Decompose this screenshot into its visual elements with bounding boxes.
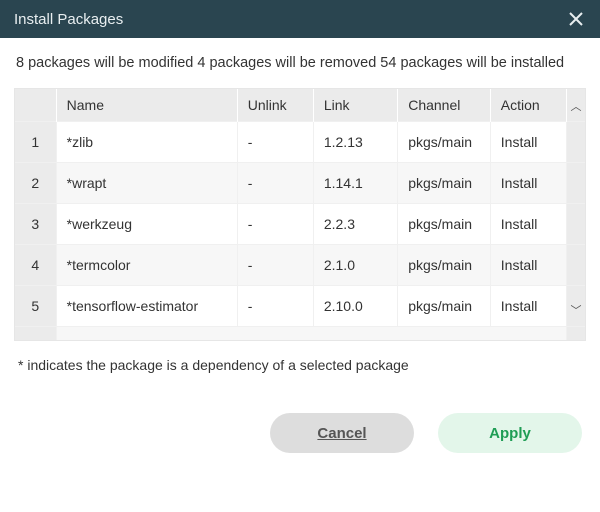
cell-link: 2.10.0 [313,285,397,326]
table-row-empty [15,326,585,340]
cell-action: Install [490,244,566,285]
cell-link: 1.2.13 [313,121,397,162]
cell-unlink: - [237,121,313,162]
cell-link: 2.1.0 [313,244,397,285]
cell-channel: pkgs/main [398,121,491,162]
dialog-body: 8 packages will be modified 4 packages w… [0,38,600,397]
footnote-text: * indicates the package is a dependency … [14,341,586,397]
chevron-down-icon: ﹀ [567,292,585,320]
cell-unlink: - [237,162,313,203]
close-icon [568,11,584,27]
dialog-title: Install Packages [14,11,562,28]
apply-button[interactable]: Apply [438,413,582,453]
packages-table: Name Unlink Link Channel Action ︿ 1 *zli… [14,88,586,342]
cell-name: *zlib [56,121,237,162]
scroll-up-button[interactable]: ︿ [566,89,585,122]
cell-channel: pkgs/main [398,203,491,244]
col-link[interactable]: Link [313,89,397,122]
cell-action: Install [490,203,566,244]
cell-action: Install [490,285,566,326]
scrollbar-track[interactable] [566,203,585,244]
scrollbar-track[interactable] [566,121,585,162]
chevron-up-icon: ︿ [567,94,585,116]
row-index: 5 [15,285,56,326]
cell-name: *tensorflow-estimator [56,285,237,326]
cell-channel: pkgs/main [398,244,491,285]
row-index: 2 [15,162,56,203]
row-index: 3 [15,203,56,244]
cell-name: *wrapt [56,162,237,203]
col-index [15,89,56,122]
table-row[interactable]: 2 *wrapt - 1.14.1 pkgs/main Install [15,162,585,203]
cell-action: Install [490,121,566,162]
summary-text: 8 packages will be modified 4 packages w… [14,52,586,88]
table-row[interactable]: 1 *zlib - 1.2.13 pkgs/main Install [15,121,585,162]
table-header-row: Name Unlink Link Channel Action ︿ [15,89,585,122]
table-row[interactable]: 4 *termcolor - 2.1.0 pkgs/main Install [15,244,585,285]
cell-unlink: - [237,244,313,285]
dialog-header: Install Packages [0,0,600,38]
dialog-footer: Cancel Apply [0,397,600,469]
cell-unlink: - [237,285,313,326]
scroll-down-button[interactable]: ﹀ [566,285,585,326]
cell-name: *werkzeug [56,203,237,244]
scrollbar-track[interactable] [566,162,585,203]
cell-action: Install [490,162,566,203]
cell-link: 2.2.3 [313,203,397,244]
col-name[interactable]: Name [56,89,237,122]
cell-link: 1.14.1 [313,162,397,203]
cell-channel: pkgs/main [398,162,491,203]
close-button[interactable] [562,5,590,33]
cell-name: *termcolor [56,244,237,285]
cell-unlink: - [237,203,313,244]
cancel-button[interactable]: Cancel [270,413,414,453]
row-index: 4 [15,244,56,285]
col-channel[interactable]: Channel [398,89,491,122]
row-index: 1 [15,121,56,162]
table-row[interactable]: 3 *werkzeug - 2.2.3 pkgs/main Install [15,203,585,244]
cell-channel: pkgs/main [398,285,491,326]
col-action[interactable]: Action [490,89,566,122]
table-row[interactable]: 5 *tensorflow-estimator - 2.10.0 pkgs/ma… [15,285,585,326]
scrollbar-track[interactable] [566,244,585,285]
col-unlink[interactable]: Unlink [237,89,313,122]
